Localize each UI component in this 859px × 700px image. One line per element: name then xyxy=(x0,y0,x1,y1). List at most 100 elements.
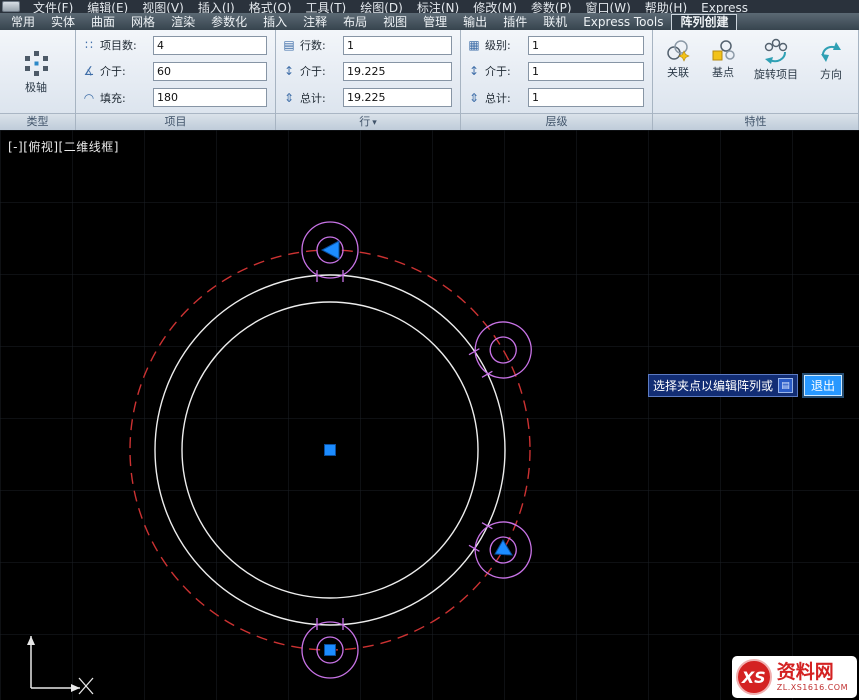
menu-format[interactable]: 格式(O) xyxy=(242,1,299,13)
levels-total-icon: ⇕ xyxy=(466,91,482,105)
tab-plugins[interactable]: 插件 xyxy=(495,14,535,30)
watermark-title: 资料网 xyxy=(777,662,848,683)
rows-between-label: 介于: xyxy=(300,63,340,79)
tab-view[interactable]: 视图 xyxy=(375,14,415,30)
items-fill-input[interactable] xyxy=(153,88,267,107)
drawing-area[interactable]: [-][俯视][二维线框] 选择夹点以编辑阵列或 ▤ 退出 XS 资料网 ZL.… xyxy=(0,130,859,700)
tab-parametric[interactable]: 参数化 xyxy=(203,14,255,30)
watermark-subtitle: ZL.XS1616.COM xyxy=(777,683,848,692)
tab-render[interactable]: 渲染 xyxy=(163,14,203,30)
watermark: XS 资料网 ZL.XS1616.COM xyxy=(732,656,857,698)
rows-count-input[interactable] xyxy=(343,36,452,55)
levels-total-row: ⇕ 总计: xyxy=(466,85,644,110)
tab-manage[interactable]: 管理 xyxy=(415,14,455,30)
menu-window[interactable]: 窗口(W) xyxy=(579,1,638,13)
tab-online[interactable]: 联机 xyxy=(535,14,575,30)
panel-levels: ▦ 级别: ↕ 介于: ⇕ 总计: 层级 xyxy=(461,30,653,130)
grip-edit-tooltip: 选择夹点以编辑阵列或 ▤ 退出 xyxy=(648,374,842,397)
polar-array-icon xyxy=(22,49,50,77)
rows-count-row: ▤ 行数: xyxy=(281,33,452,58)
menu-draw[interactable]: 绘图(D) xyxy=(353,1,410,13)
tooltip-message: 选择夹点以编辑阵列或 ▤ xyxy=(648,374,798,397)
levels-between-input[interactable] xyxy=(528,62,644,81)
panel-type: 极轴 类型 xyxy=(0,30,76,130)
polar-type-label: 极轴 xyxy=(25,79,47,95)
watermark-text: 资料网 ZL.XS1616.COM xyxy=(777,662,848,692)
autocad-window: 文件(F) 编辑(E) 视图(V) 插入(I) 格式(O) 工具(T) 绘图(D… xyxy=(0,0,859,700)
base-item-grip[interactable] xyxy=(325,645,336,656)
base-point-button[interactable]: 基点 xyxy=(702,33,744,110)
items-between-input[interactable] xyxy=(153,62,267,81)
rows-total-row: ⇕ 总计: xyxy=(281,85,452,110)
rows-panel-dropdown-icon[interactable]: ▾ xyxy=(372,118,377,128)
menu-file[interactable]: 文件(F) xyxy=(26,1,80,13)
menu-edit[interactable]: 编辑(E) xyxy=(80,1,135,13)
levels-count-icon: ▦ xyxy=(466,38,482,52)
menu-view[interactable]: 视图(V) xyxy=(135,1,191,13)
levels-count-row: ▦ 级别: xyxy=(466,33,644,58)
levels-count-label: 级别: xyxy=(485,37,525,53)
tab-annotate[interactable]: 注释 xyxy=(295,14,335,30)
tab-mesh[interactable]: 网格 xyxy=(123,14,163,30)
panel-rows: ▤ 行数: ↕ 介于: ⇕ 总计: 行▾ xyxy=(276,30,461,130)
items-between-row: ∡ 介于: xyxy=(81,59,267,84)
items-fill-icon: ◠ xyxy=(81,91,97,105)
tab-express-tools[interactable]: Express Tools xyxy=(575,14,671,30)
associative-button[interactable]: 关联 xyxy=(657,33,699,110)
items-count-icon: ∷ xyxy=(81,38,97,52)
tooltip-grip-icon[interactable]: ▤ xyxy=(778,378,793,393)
polar-array-type-button[interactable]: 极轴 xyxy=(11,44,61,100)
base-point-icon xyxy=(710,38,736,64)
menu-express[interactable]: Express xyxy=(694,1,755,13)
levels-between-icon: ↕ xyxy=(466,64,482,78)
items-count-row: ∷ 项目数: xyxy=(81,33,267,58)
levels-total-input[interactable] xyxy=(528,88,644,107)
watermark-logo: XS xyxy=(736,659,772,695)
tab-layout[interactable]: 布局 xyxy=(335,14,375,30)
menu-modify[interactable]: 修改(M) xyxy=(466,1,524,13)
panel-label-rows[interactable]: 行▾ xyxy=(276,113,460,130)
tab-insert[interactable]: 插入 xyxy=(255,14,295,30)
associative-icon xyxy=(665,38,691,64)
menu-tools[interactable]: 工具(T) xyxy=(299,1,354,13)
levels-total-label: 总计: xyxy=(485,90,525,106)
items-count-label: 项目数: xyxy=(100,37,150,53)
ribbon-tab-bar: 常用 实体 曲面 网格 渲染 参数化 插入 注释 布局 视图 管理 输出 插件 … xyxy=(0,13,859,30)
rows-count-icon: ▤ xyxy=(281,38,297,52)
ribbon: 极轴 类型 ∷ 项目数: ∡ 介于: ◠ 填充: xyxy=(0,30,859,130)
panel-label-type: 类型 xyxy=(0,113,75,130)
tab-solid[interactable]: 实体 xyxy=(43,14,83,30)
menu-parametric[interactable]: 参数(P) xyxy=(524,1,579,13)
menu-dimension[interactable]: 标注(N) xyxy=(410,1,466,13)
menu-insert[interactable]: 插入(I) xyxy=(191,1,242,13)
tab-output[interactable]: 输出 xyxy=(455,14,495,30)
rows-total-input[interactable] xyxy=(343,88,452,107)
menu-help[interactable]: 帮助(H) xyxy=(638,1,694,13)
levels-count-input[interactable] xyxy=(528,36,644,55)
rows-total-label: 总计: xyxy=(300,90,340,106)
rotate-items-button[interactable]: 旋转项目 xyxy=(747,33,805,110)
viewport-controls[interactable]: [-][俯视][二维线框] xyxy=(8,138,119,155)
center-grip[interactable] xyxy=(325,445,336,456)
items-between-icon: ∡ xyxy=(81,64,97,78)
items-count-input[interactable] xyxy=(153,36,267,55)
rows-between-icon: ↕ xyxy=(281,64,297,78)
panel-label-properties: 特性 xyxy=(653,113,858,130)
tab-home[interactable]: 常用 xyxy=(3,14,43,30)
tooltip-text: 选择夹点以编辑阵列或 xyxy=(653,377,773,394)
panel-properties: 关联 基点 xyxy=(653,30,859,130)
rows-total-icon: ⇕ xyxy=(281,91,297,105)
app-menu-button[interactable] xyxy=(2,1,20,12)
rows-between-input[interactable] xyxy=(343,62,452,81)
rows-count-label: 行数: xyxy=(300,37,340,53)
grid-background xyxy=(0,130,859,700)
items-fill-row: ◠ 填充: xyxy=(81,85,267,110)
exit-button[interactable]: 退出 xyxy=(804,375,842,396)
items-between-label: 介于: xyxy=(100,63,150,79)
rows-between-row: ↕ 介于: xyxy=(281,59,452,84)
direction-button[interactable]: 方向 xyxy=(808,33,854,110)
panel-label-levels: 层级 xyxy=(461,113,652,130)
tab-surface[interactable]: 曲面 xyxy=(83,14,123,30)
drawing-canvas[interactable] xyxy=(0,130,859,700)
tab-array-creation[interactable]: 阵列创建 xyxy=(671,14,737,30)
